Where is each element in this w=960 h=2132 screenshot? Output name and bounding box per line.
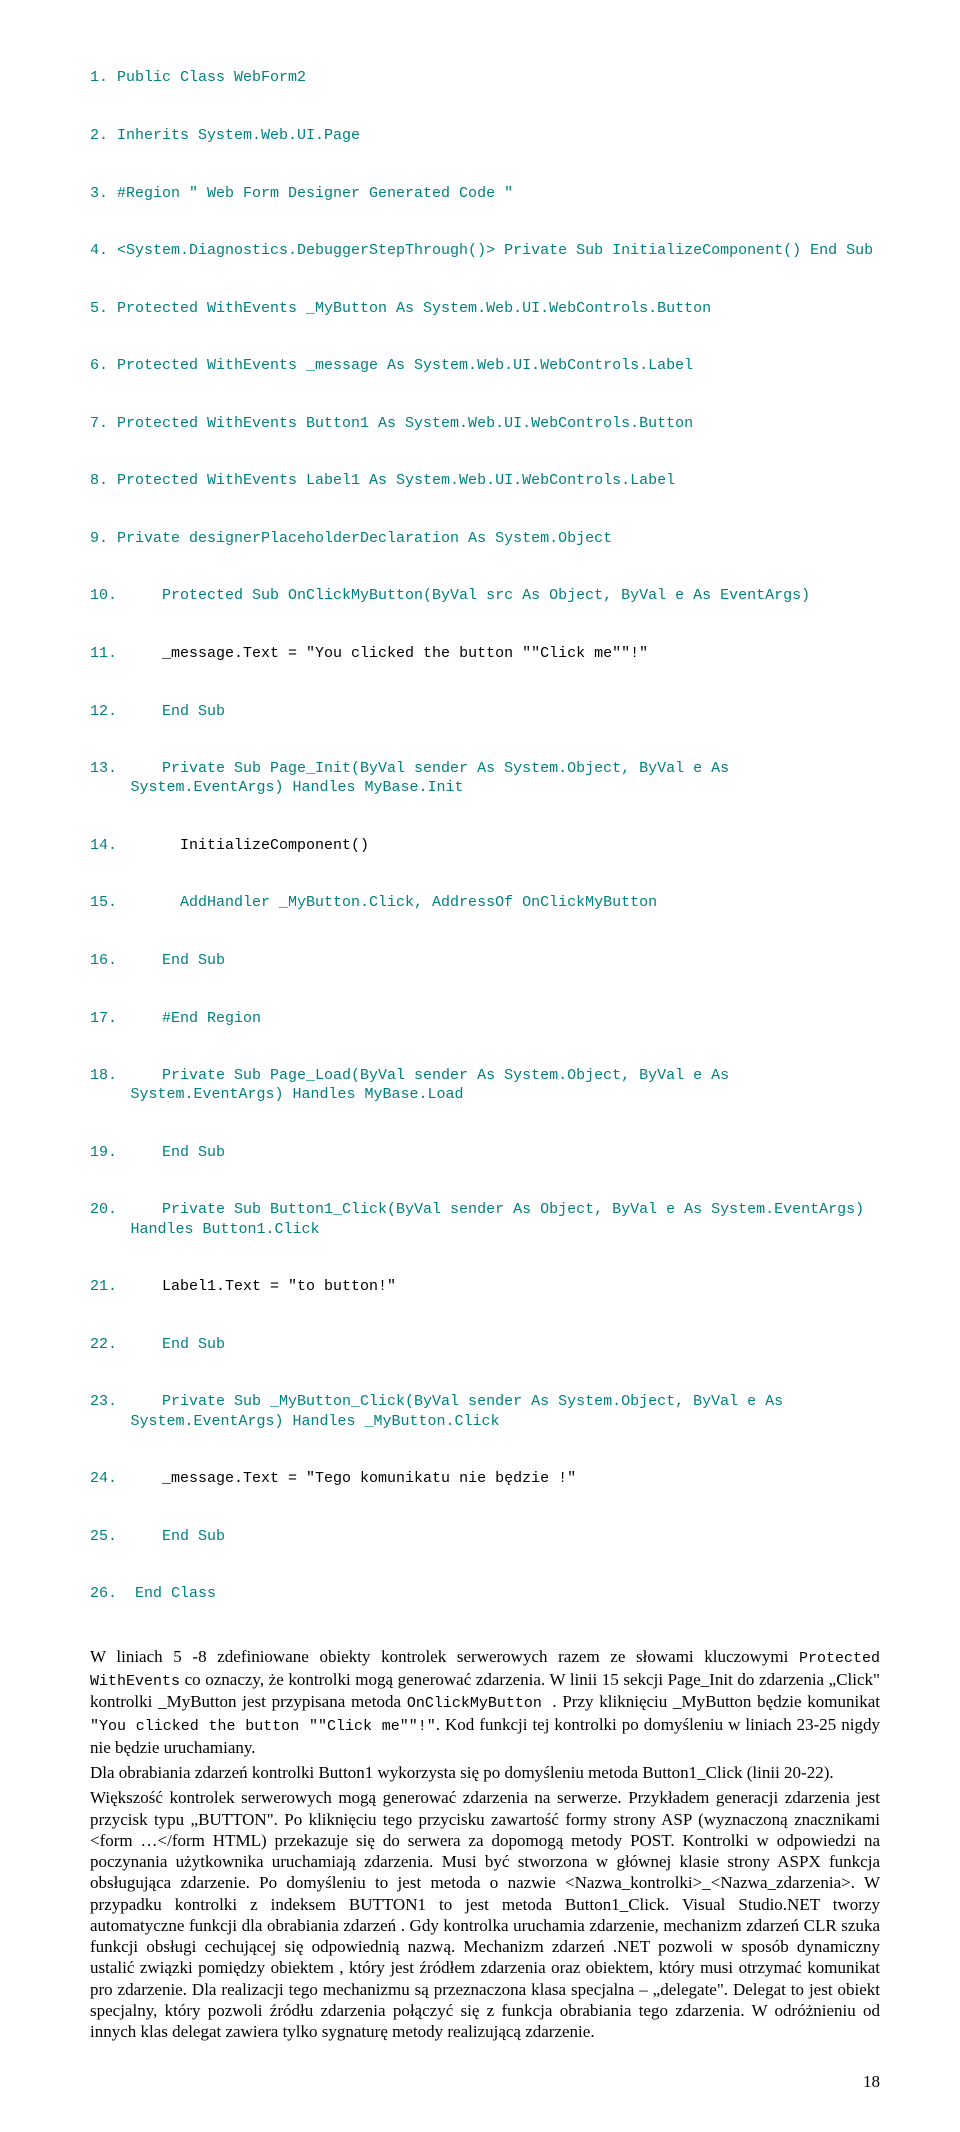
- body-text: W liniach 5 -8 zdefiniowane obiekty kont…: [90, 1646, 880, 2043]
- code-line: 2. Inherits System.Web.UI.Page: [90, 126, 880, 145]
- code-line: 6. Protected WithEvents _message As Syst…: [90, 356, 880, 375]
- paragraph: Dla obrabiania zdarzeń kontrolki Button1…: [90, 1762, 880, 1783]
- code-listing: 1. Public Class WebForm2 2. Inherits Sys…: [90, 30, 880, 1642]
- document-page: 1. Public Class WebForm2 2. Inherits Sys…: [0, 0, 960, 2132]
- code-line: 9. Private designerPlaceholderDeclaratio…: [90, 529, 880, 548]
- code-line: 16. End Sub: [90, 951, 880, 970]
- code-line: 7. Protected WithEvents Button1 As Syste…: [90, 414, 880, 433]
- code-line: 20. Private Sub Button1_Click(ByVal send…: [90, 1200, 880, 1238]
- code-line: 17. #End Region: [90, 1009, 880, 1028]
- inline-code: OnClickMyButton: [407, 1695, 553, 1712]
- code-stmt: _message.Text = "You clicked the button …: [162, 645, 648, 662]
- code-line: 14. InitializeComponent(): [90, 836, 880, 855]
- paragraph: Większość kontrolek serwerowych mogą gen…: [90, 1787, 880, 2042]
- code-line: 18. Private Sub Page_Load(ByVal sender A…: [90, 1066, 880, 1104]
- code-line: 23. Private Sub _MyButton_Click(ByVal se…: [90, 1392, 880, 1430]
- page-number: 18: [90, 2072, 880, 2092]
- code-line: 5. Protected WithEvents _MyButton As Sys…: [90, 299, 880, 318]
- inline-code: "You clicked the button ""Click me""!": [90, 1718, 436, 1735]
- code-line: 26. End Class: [90, 1584, 880, 1603]
- code-line: 15. AddHandler _MyButton.Click, AddressO…: [90, 893, 880, 912]
- code-line: 4. <System.Diagnostics.DebuggerStepThrou…: [90, 241, 880, 260]
- text-run: W liniach 5 -8 zdefiniowane obiekty kont…: [90, 1647, 799, 1666]
- text-run: . Przy kliknięciu _MyButton będzie komun…: [552, 1692, 880, 1711]
- code-line: 3. #Region " Web Form Designer Generated…: [90, 184, 880, 203]
- code-line: 21. Label1.Text = "to button!": [90, 1277, 880, 1296]
- code-num: 14.: [90, 837, 180, 854]
- code-stmt: Label1.Text = "to button!": [162, 1278, 396, 1295]
- code-line: 12. End Sub: [90, 702, 880, 721]
- code-num: 24.: [90, 1470, 162, 1487]
- code-line: 1. Public Class WebForm2: [90, 68, 880, 87]
- code-line: 13. Private Sub Page_Init(ByVal sender A…: [90, 759, 880, 797]
- code-num: 11.: [90, 645, 162, 662]
- code-num: 21.: [90, 1278, 162, 1295]
- code-line: 10. Protected Sub OnClickMyButton(ByVal …: [90, 586, 880, 605]
- code-line: 25. End Sub: [90, 1527, 880, 1546]
- code-line: 22. End Sub: [90, 1335, 880, 1354]
- code-line: 19. End Sub: [90, 1143, 880, 1162]
- paragraph: W liniach 5 -8 zdefiniowane obiekty kont…: [90, 1646, 880, 1758]
- code-stmt: InitializeComponent(): [180, 837, 369, 854]
- code-line: 24. _message.Text = "Tego komunikatu nie…: [90, 1469, 880, 1488]
- code-line: 8. Protected WithEvents Label1 As System…: [90, 471, 880, 490]
- code-stmt: _message.Text = "Tego komunikatu nie będ…: [162, 1470, 576, 1487]
- code-line: 11. _message.Text = "You clicked the but…: [90, 644, 880, 663]
